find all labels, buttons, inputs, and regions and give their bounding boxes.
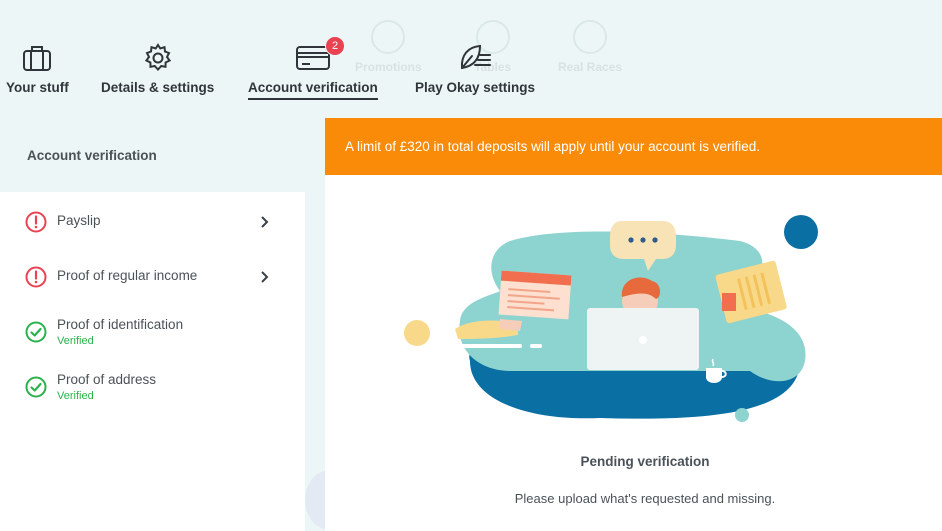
verification-sidebar: Account verification Payslip Proof of re… <box>0 118 305 531</box>
pending-verification-subtitle: Please upload what's requested and missi… <box>514 491 776 506</box>
check-circle-icon <box>25 321 47 343</box>
credit-card-icon: 2 <box>248 36 378 74</box>
nav-account-verification[interactable]: 2 Account verification <box>248 36 378 100</box>
chevron-right-icon <box>261 216 269 228</box>
alert-icon <box>25 211 47 233</box>
sidebar-item-label: Proof of address <box>57 372 157 387</box>
nav-label: Your stuff <box>6 80 69 95</box>
verified-status: Verified <box>57 390 94 402</box>
nav-label: Account verification <box>248 80 378 100</box>
leaf-icon <box>415 42 535 74</box>
document-list: Payslip Proof of regular income Proof of… <box>0 192 305 531</box>
gear-icon <box>101 42 214 74</box>
pending-verification-title: Pending verification <box>580 454 710 469</box>
sidebar-item-label: Proof of identification <box>57 317 184 332</box>
nav-your-stuff[interactable]: Your stuff <box>6 42 69 98</box>
sidebar-title: Account verification <box>0 118 305 192</box>
sidebar-item-label: Proof of regular income <box>57 268 198 283</box>
verification-panel: A limit of £320 in total deposits will a… <box>325 118 942 531</box>
alert-icon <box>25 266 47 288</box>
notification-badge: 2 <box>325 36 345 56</box>
nav-label: Details & settings <box>101 80 215 95</box>
nav-label: Play Okay settings <box>415 80 536 95</box>
top-navigation: Your stuff Details & settings 2 Account … <box>0 0 942 118</box>
deposit-limit-alert: A limit of £320 in total deposits will a… <box>325 118 942 175</box>
chevron-right-icon <box>261 271 269 283</box>
nav-play-okay-settings[interactable]: Play Okay settings <box>415 42 535 98</box>
verified-status: Verified <box>57 335 94 347</box>
pending-verification-illustration <box>404 215 818 422</box>
sidebar-item-label: Payslip <box>57 213 101 228</box>
nav-details-settings[interactable]: Details & settings <box>101 42 214 98</box>
briefcase-icon <box>6 42 69 74</box>
check-circle-icon <box>25 376 47 398</box>
